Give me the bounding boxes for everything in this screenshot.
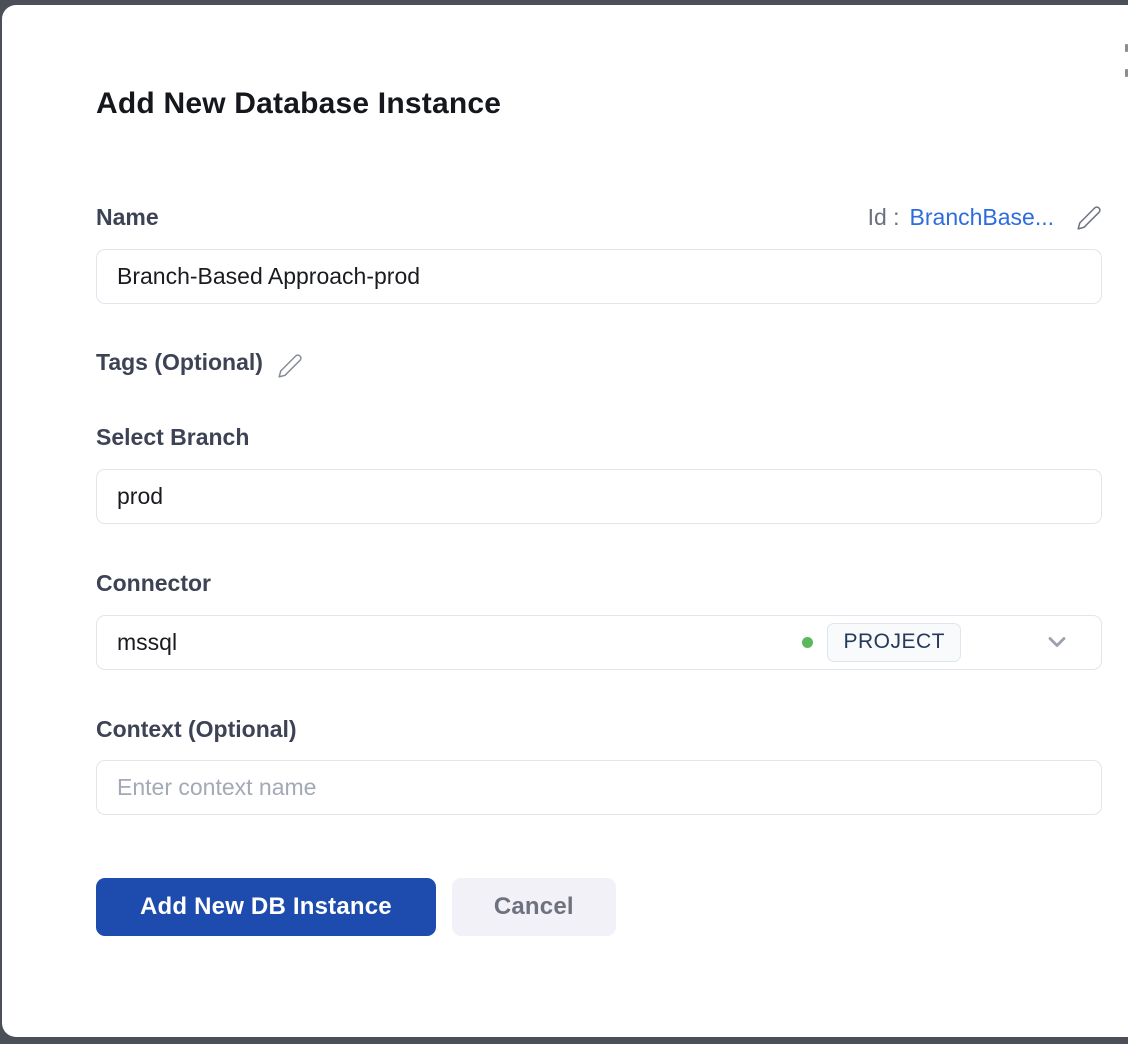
cancel-button[interactable]: Cancel: [452, 878, 616, 936]
modal-actions: Add New DB Instance Cancel: [96, 878, 1102, 936]
connector-section: Connector mssql PROJECT: [96, 569, 1102, 670]
edit-id-icon[interactable]: [1076, 205, 1102, 231]
connector-select[interactable]: mssql PROJECT: [96, 615, 1102, 670]
name-label-row: Name Id : BranchBase...: [96, 203, 1102, 233]
name-label: Name: [96, 203, 159, 233]
edit-tags-icon[interactable]: [277, 353, 303, 379]
name-input[interactable]: [96, 249, 1102, 304]
modal-title: Add New Database Instance: [96, 86, 1102, 122]
branch-label: Select Branch: [96, 424, 249, 450]
chevron-down-icon[interactable]: [1043, 628, 1071, 656]
add-db-instance-button[interactable]: Add New DB Instance: [96, 878, 436, 936]
instance-id-group: Id : BranchBase...: [868, 204, 1102, 231]
context-section: Context (Optional): [96, 715, 1102, 816]
branch-input[interactable]: [96, 469, 1102, 524]
instance-id-link[interactable]: BranchBase...: [910, 204, 1054, 231]
context-label: Context (Optional): [96, 716, 297, 742]
context-input[interactable]: [96, 760, 1102, 815]
id-prefix-label: Id :: [868, 204, 900, 231]
add-db-instance-modal: Add New Database Instance Name Id : Bran…: [2, 5, 1128, 1037]
tags-label: Tags (Optional): [96, 348, 263, 378]
status-dot-icon: [802, 637, 813, 648]
tags-label-row: Tags (Optional): [96, 348, 1102, 378]
project-scope-badge: PROJECT: [827, 623, 961, 662]
branch-section: Select Branch: [96, 423, 1102, 524]
connector-label: Connector: [96, 570, 211, 596]
connector-value: mssql: [117, 629, 802, 656]
